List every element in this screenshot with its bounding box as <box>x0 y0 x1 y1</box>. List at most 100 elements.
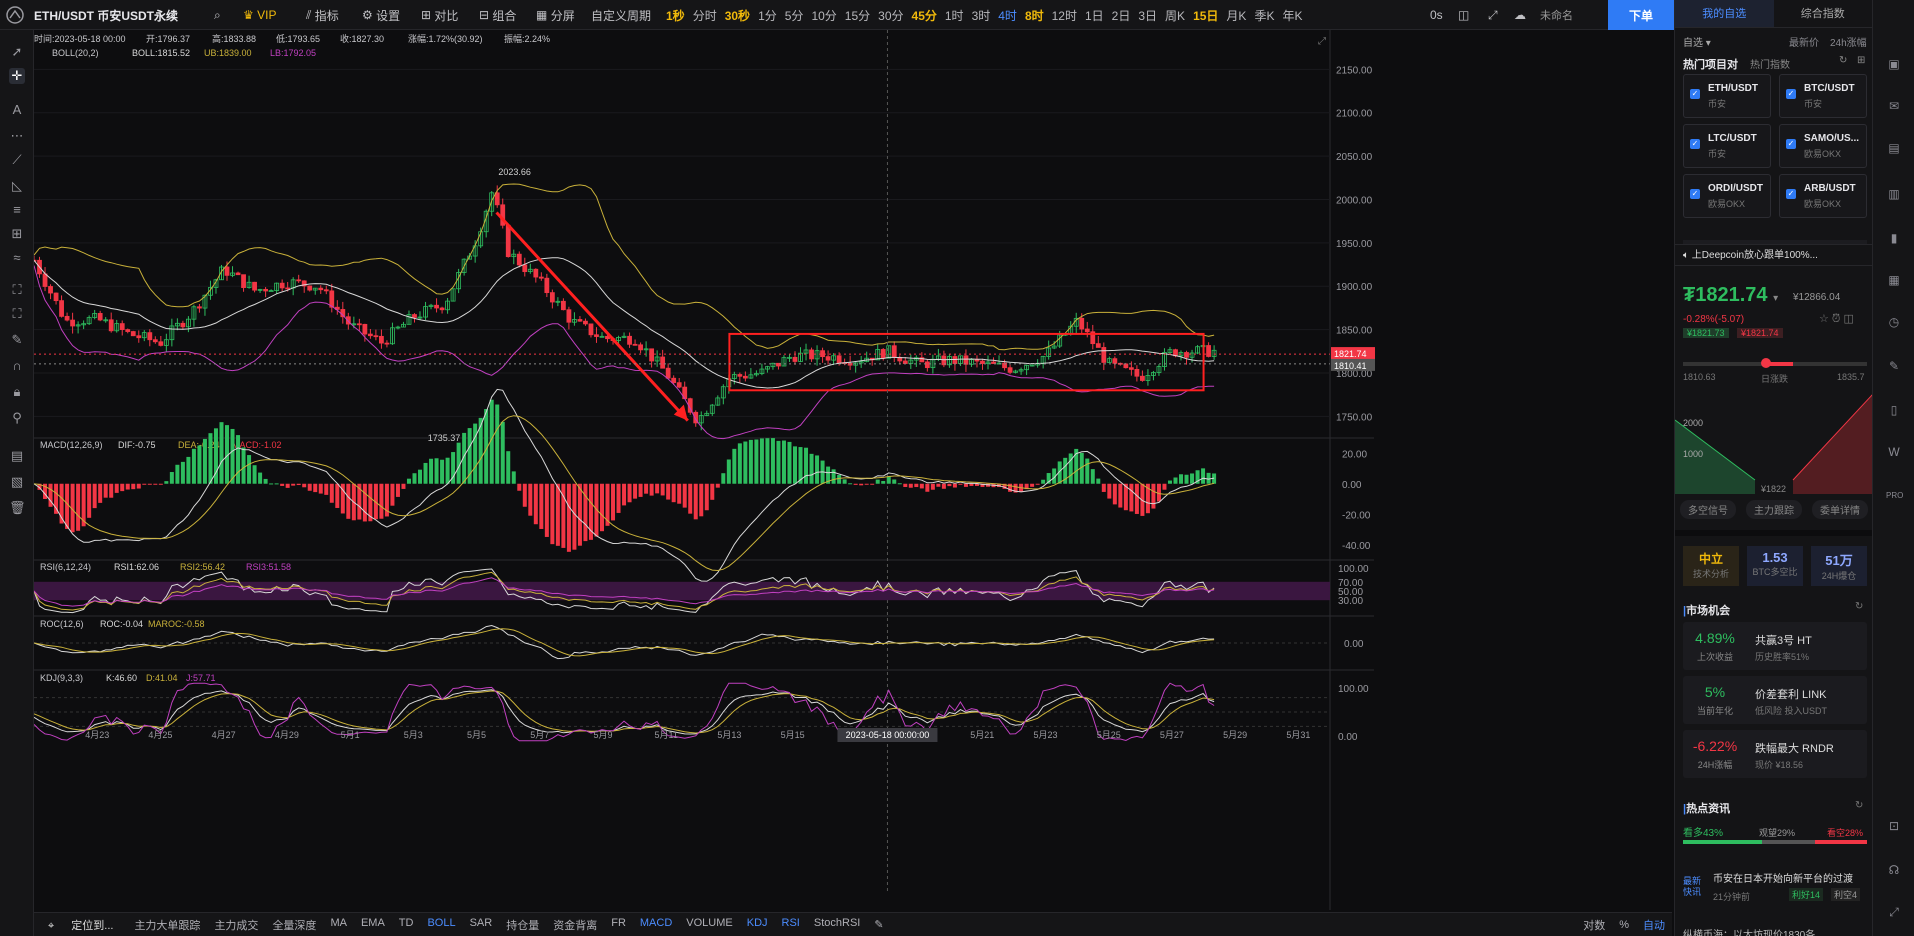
camera-icon[interactable]: ◫ <box>1458 0 1469 30</box>
visibility-icon[interactable]: ⚲ <box>9 410 25 426</box>
interval-8[interactable]: 45分 <box>908 7 941 24</box>
logo-icon[interactable] <box>6 0 24 30</box>
checkbox-icon[interactable]: ✓ <box>1690 189 1700 199</box>
chart-svg[interactable]: 2150.00 2100.00 2050.00 2000.00 1950.00 1900.… <box>31 30 1620 910</box>
hline-icon[interactable]: ⋯ <box>9 128 25 144</box>
pro-icon[interactable]: PRO <box>1886 488 1903 504</box>
news-second[interactable]: 纵横币海：以太坊现价1830各 <box>1683 926 1815 936</box>
vip-button[interactable]: ♛ VIP <box>243 0 276 30</box>
interval-10[interactable]: 3时 <box>968 7 995 24</box>
interval-17[interactable]: 周K <box>1161 7 1189 24</box>
refresh-icon[interactable]: ↻ <box>1855 601 1863 612</box>
indicators-button[interactable]: ⫽ 指标 <box>306 0 339 30</box>
notes-icon[interactable]: ▤ <box>1886 140 1902 156</box>
indicator-toggle-0[interactable]: 主力大单跟踪 <box>127 917 207 933</box>
indicator-toggle-14[interactable]: RSI <box>775 917 807 933</box>
interval-15[interactable]: 2日 <box>1108 7 1135 24</box>
pattern2-icon[interactable]: ⛶ <box>9 306 25 322</box>
main-force-button[interactable]: 主力跟踪 <box>1746 500 1802 519</box>
indicator-toggle-4[interactable]: EMA <box>354 917 392 933</box>
edit-icon[interactable]: ✎ <box>867 918 890 931</box>
templates-icon[interactable]: ▧ <box>9 474 25 490</box>
cursor-icon[interactable]: ➚ <box>9 44 25 60</box>
chart-bar-icon[interactable]: ▮ <box>1886 230 1902 246</box>
headset-icon[interactable]: ☊ <box>1886 862 1902 878</box>
interval-2[interactable]: 30秒 <box>721 7 754 24</box>
locate-button[interactable]: ⌖ 定位到... <box>34 917 127 933</box>
pattern-icon[interactable]: ⛶ <box>9 282 25 298</box>
ad-banner[interactable]: 🔈︎ 上Deepcoin放心跟单100%... <box>1675 244 1872 266</box>
interval-11[interactable]: 4时 <box>994 7 1021 24</box>
indicator-toggle-3[interactable]: MA <box>323 917 354 933</box>
interval-14[interactable]: 1日 <box>1081 7 1108 24</box>
tab-my-watchlist[interactable]: 我的自选 <box>1675 0 1774 27</box>
checkbox-icon[interactable]: ✓ <box>1786 189 1796 199</box>
hot-index-tab[interactable]: 热门指数 <box>1750 56 1790 71</box>
indicator-toggle-1[interactable]: 主力成交 <box>207 917 265 933</box>
add-icon[interactable]: ⊞ <box>1857 55 1865 66</box>
indicator-toggle-6[interactable]: BOLL <box>420 917 462 933</box>
indicator-toggle-12[interactable]: VOLUME <box>679 917 739 933</box>
interval-21[interactable]: 年K <box>1278 7 1306 24</box>
calculator-icon[interactable]: ▦ <box>1886 272 1902 288</box>
interval-19[interactable]: 月K <box>1222 7 1250 24</box>
lock-icon[interactable]: ⊡ <box>1886 818 1902 834</box>
favorite-card[interactable]: ✓ ORDI/USDT 欧易OKX <box>1683 174 1771 218</box>
indicator-toggle-9[interactable]: 资金背离 <box>546 917 604 933</box>
refresh-icon[interactable]: ↻ <box>1855 800 1863 811</box>
auto-toggle[interactable]: 自动 <box>1636 917 1672 933</box>
news-headline[interactable]: 币安在日本开始向新平台的过渡 <box>1713 870 1853 885</box>
favorite-card[interactable]: ✓ BTC/USDT 币安 <box>1779 74 1867 118</box>
magnet-icon[interactable]: ∩ <box>9 358 25 374</box>
log-toggle[interactable]: 对数 <box>1576 917 1612 933</box>
compare-button[interactable]: ⊞ 对比 <box>421 0 458 30</box>
split-button[interactable]: ▦ 分屏 <box>536 0 575 30</box>
indicator-toggle-15[interactable]: StochRSI <box>807 917 867 933</box>
checkbox-icon[interactable]: ✓ <box>1690 89 1700 99</box>
watchlist-dropdown[interactable]: 自选 ▾ <box>1683 34 1711 49</box>
checkbox-icon[interactable]: ✓ <box>1786 89 1796 99</box>
layers-icon[interactable]: ▤ <box>9 448 25 464</box>
checkbox-icon[interactable]: ✓ <box>1690 139 1700 149</box>
recent-price-header[interactable]: 最新价 <box>1789 34 1819 49</box>
liquidation-card[interactable]: 51万 24H爆仓 <box>1811 546 1867 586</box>
clock-icon[interactable]: ◷ <box>1886 314 1902 330</box>
interval-5[interactable]: 10分 <box>807 7 840 24</box>
trendline-icon[interactable]: ⟋ <box>9 152 25 168</box>
wave-icon[interactable]: ≈ <box>9 250 25 266</box>
opportunity-card[interactable]: 4.89% 上次收益 共赢3号 HT 历史胜率51% <box>1683 622 1867 670</box>
expand-icon[interactable]: ⤢ <box>1886 904 1902 920</box>
opportunity-card[interactable]: -6.22% 24H涨幅 跌幅最大 RNDR 现价 ¥18.56 <box>1683 730 1867 778</box>
interval-12[interactable]: 8时 <box>1021 7 1048 24</box>
interval-0[interactable]: 1秒 <box>662 7 689 24</box>
interval-3[interactable]: 1分 <box>754 7 781 24</box>
favorite-card[interactable]: ✓ SAMO/US... 欧易OKX <box>1779 124 1867 168</box>
favorite-card[interactable]: ✓ ARB/USDT 欧易OKX <box>1779 174 1867 218</box>
w-icon[interactable]: W <box>1886 444 1902 460</box>
btc-ratio-card[interactable]: 1.53 BTC多空比 <box>1747 546 1803 586</box>
indicator-toggle-10[interactable]: FR <box>604 917 633 933</box>
fib-icon[interactable]: ⊞ <box>9 226 25 242</box>
text-tool-icon[interactable]: A <box>9 102 25 118</box>
refresh-icon[interactable]: ↻ <box>1839 55 1847 66</box>
opportunity-card[interactable]: 5% 当前年化 价差套利 LINK 低风险 投入USDT <box>1683 676 1867 724</box>
account-name[interactable]: 未命名 <box>1540 0 1573 30</box>
interval-7[interactable]: 30分 <box>874 7 907 24</box>
search-icon[interactable]: ⌕ <box>214 0 221 30</box>
tech-analysis-card[interactable]: 中立 技术分析 <box>1683 546 1739 586</box>
combo-button[interactable]: ⊟ 组合 <box>479 0 516 30</box>
pen-icon[interactable]: ✎ <box>1886 358 1902 374</box>
indicator-toggle-11[interactable]: MACD <box>633 917 679 933</box>
tab-index[interactable]: 综合指数 <box>1774 0 1873 27</box>
indicator-toggle-8[interactable]: 持仓量 <box>499 917 546 933</box>
interval-16[interactable]: 3日 <box>1134 7 1161 24</box>
channel-icon[interactable]: ≡ <box>9 202 25 218</box>
order-detail-button[interactable]: 委单详情 <box>1812 500 1868 519</box>
watchlist-icon[interactable]: ▣ <box>1886 56 1902 72</box>
data-icon[interactable]: ▥ <box>1886 186 1902 202</box>
settings-button[interactable]: ⚙ 设置 <box>362 0 400 30</box>
interval-13[interactable]: 12时 <box>1048 7 1081 24</box>
interval-1[interactable]: 分时 <box>689 7 721 24</box>
indicator-toggle-2[interactable]: 全量深度 <box>265 917 323 933</box>
symbol-title[interactable]: ETH/USDT 币安USDT永续 <box>34 0 178 30</box>
